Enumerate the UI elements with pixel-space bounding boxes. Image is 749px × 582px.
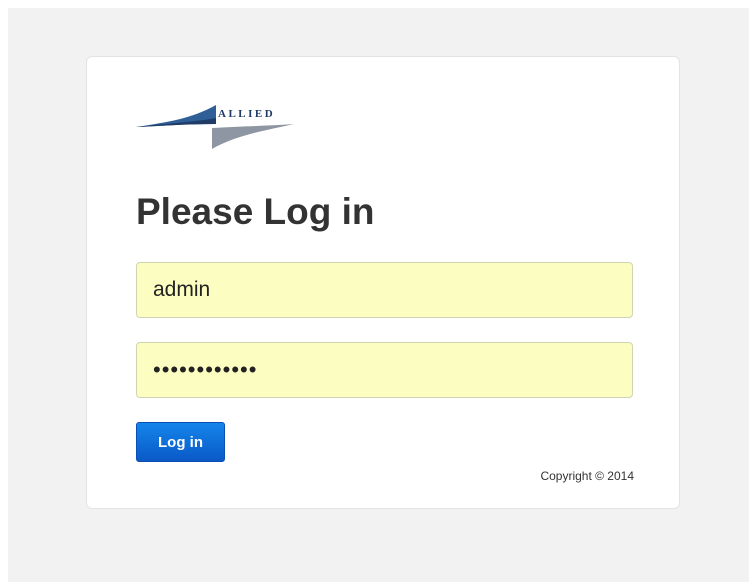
page-title: Please Log in — [136, 191, 375, 232]
login-button[interactable]: Log in — [136, 422, 225, 462]
username-input[interactable] — [136, 262, 633, 318]
copyright-text: Copyright © 2014 — [540, 469, 634, 483]
login-card: ALLIED Please Log in Log in Copyright © … — [86, 56, 680, 509]
allied-logo-text: ALLIED — [218, 108, 276, 120]
allied-logo: ALLIED — [136, 100, 306, 152]
password-input[interactable] — [136, 342, 633, 398]
